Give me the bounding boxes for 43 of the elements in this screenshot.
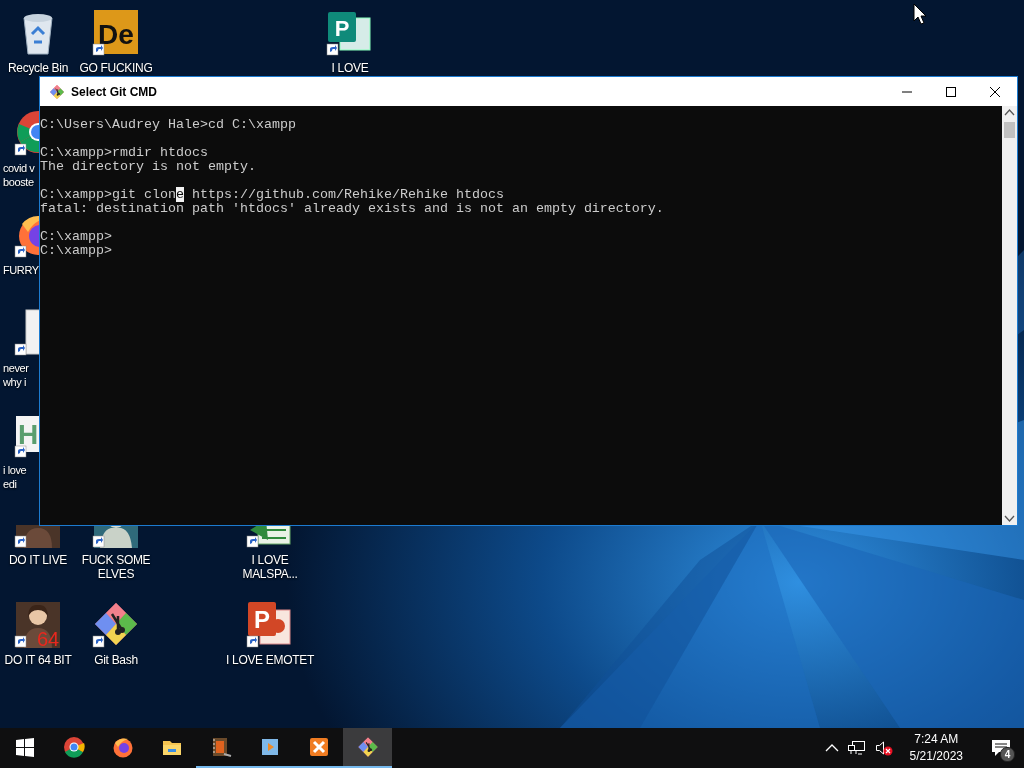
icon-label[interactable]: I LOVE: [331, 61, 369, 75]
terminal-line: C:\Users\Audrey Hale>cd C:\xampp: [40, 118, 296, 132]
icon-label[interactable]: FUCK SOME ELVES: [81, 553, 151, 581]
browser-logo-icon[interactable]: [62, 736, 85, 758]
icon-label[interactable]: GO FUCKING: [79, 61, 153, 75]
diamond-logo-icon: [49, 83, 65, 100]
terminal-line: fatal: destination path 'htdocs' already exists and is not an empty directory.: [40, 202, 664, 216]
fox-logo-icon[interactable]: [111, 736, 134, 758]
icon-label[interactable]: I LOVE MALSPA...: [242, 553, 298, 581]
terminal-line: C:\xampp>rmdir htdocs: [40, 146, 208, 160]
icon-label[interactable]: FURRY: [3, 263, 39, 277]
terminal-line: C:\xampp>: [40, 230, 112, 244]
close-icon[interactable]: [990, 86, 1000, 97]
diamond-logo-icon[interactable]: [92, 600, 140, 648]
terminal-line: C:\xampp>: [40, 244, 112, 258]
app-icon[interactable]: De: [92, 8, 140, 56]
mouse-pointer-icon: [913, 3, 927, 25]
icon-label[interactable]: covid v booste: [3, 161, 35, 189]
scrollbar[interactable]: [1002, 106, 1017, 525]
window-title: Select Git CMD: [71, 84, 157, 99]
icon-label[interactable]: DO IT LIVE: [8, 553, 68, 567]
maximize-icon[interactable]: [946, 86, 956, 97]
clock-date[interactable]: 5/21/2023: [909, 748, 963, 765]
notification-count: 4: [1000, 747, 1015, 762]
terminal-line: The directory is not empty.: [40, 160, 256, 174]
windows-logo-icon[interactable]: [13, 736, 36, 758]
speaker-icon[interactable]: [874, 740, 893, 756]
document-icon[interactable]: [14, 308, 39, 356]
xampp-logo-icon[interactable]: [307, 736, 330, 758]
icon-label[interactable]: never why i: [3, 361, 29, 389]
clock-time[interactable]: 7:24 AM: [914, 731, 959, 748]
network-icon[interactable]: [847, 740, 866, 756]
scroll-thumb[interactable]: [1004, 122, 1015, 138]
icon-label[interactable]: DO IT 64 BIT: [4, 653, 72, 667]
icon-label[interactable]: Git Bash: [94, 653, 138, 667]
icon-label[interactable]: i love edi: [3, 463, 27, 491]
figure-icon[interactable]: [92, 525, 140, 548]
icon-label[interactable]: I LOVE EMOTET: [225, 653, 315, 667]
chevron-up-icon[interactable]: [824, 743, 839, 753]
diamond-logo-icon[interactable]: [356, 736, 379, 758]
portrait-icon[interactable]: [14, 525, 62, 548]
icon-label[interactable]: Recycle Bin: [7, 61, 69, 75]
terminal-line: C:\xampp>git clone https://github.com/Rehike/Rehike htdocs: [40, 188, 504, 202]
